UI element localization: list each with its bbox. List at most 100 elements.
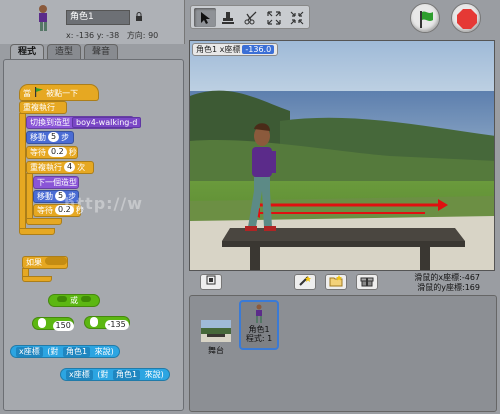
green-flag-icon: [34, 87, 43, 97]
if-bottom: [22, 276, 52, 282]
choose-sprite-file-button[interactable]: [325, 274, 347, 290]
direction-label: 方向:: [126, 31, 146, 40]
delete-tool[interactable]: [240, 8, 262, 27]
surprise-sprite-button[interactable]: [356, 274, 378, 290]
presentation-icon: [206, 275, 216, 285]
x-label: x:: [66, 31, 74, 40]
mouse-y-value: 169: [464, 283, 480, 292]
lt-right-input[interactable]: 150: [52, 321, 74, 331]
sensing-target-dropdown-2[interactable]: 角色1: [112, 370, 141, 380]
if-condition-slot[interactable]: [44, 257, 67, 265]
green-flag-icon: [420, 11, 433, 28]
stage-thumbnail-image: [201, 320, 231, 342]
sprite-thumbnail: [39, 5, 47, 31]
scissors-icon: [244, 11, 257, 25]
tab-costumes[interactable]: 造型: [47, 44, 81, 59]
repeat-block[interactable]: 重複執行 4 次: [26, 161, 94, 174]
forever-arm: [19, 113, 26, 231]
folder-star-icon: [329, 275, 343, 287]
y-label: y:: [96, 31, 104, 40]
repeat-count-input[interactable]: 4: [64, 162, 76, 172]
lock-icon[interactable]: [135, 12, 143, 21]
sprite-tile-image: [256, 304, 262, 323]
forever-block[interactable]: 重複執行: [19, 101, 67, 114]
sensing-of-label: (對: [47, 347, 59, 356]
repeat-bottom: [26, 218, 62, 225]
switch-costume-block[interactable]: 切換到造型 boy4-walking-d: [26, 116, 142, 129]
forever-bottom: [19, 228, 55, 235]
x-value: -136: [75, 31, 95, 40]
paintbrush-star-icon: [299, 276, 311, 286]
wait-label: 等待: [30, 148, 46, 157]
mouse-coordinates: 滑鼠的x座標:-467 滑鼠的y座標:169: [414, 273, 480, 293]
seconds-label: 秒: [68, 148, 77, 157]
lt-left-input[interactable]: [38, 318, 46, 328]
mouse-x-value: -467: [461, 273, 480, 282]
sensing-attr-dropdown-2[interactable]: x座標: [66, 370, 93, 380]
sensing-of-label-2: (對: [97, 370, 109, 379]
or-left-slot[interactable]: [57, 296, 68, 302]
watermark: http://w: [64, 194, 144, 213]
stop-sign-icon: [457, 9, 477, 29]
sensing-x-of-block-2[interactable]: x座標 (對 角色1 來說): [60, 368, 170, 381]
sprite-tile-name: 角色1: [248, 325, 270, 334]
or-block[interactable]: 或: [48, 294, 100, 307]
sprite-name-field[interactable]: 角色1: [66, 10, 130, 25]
shrink-tool[interactable]: [286, 8, 308, 27]
hat-label: 當: [23, 89, 31, 98]
variable-monitor[interactable]: 角色1 x座標 -136.0: [192, 43, 279, 56]
mouse-x-label: 滑鼠的x座標:: [414, 273, 462, 282]
grow-arrows-icon: [267, 11, 281, 25]
wait-block[interactable]: 等待 0.2 秒: [26, 146, 78, 159]
paint-new-sprite-button[interactable]: [294, 274, 316, 290]
when-flag-clicked-block[interactable]: 當 被點一下: [19, 84, 99, 101]
stage-backdrop: [190, 41, 494, 270]
move-label: 移動: [30, 133, 46, 142]
sensing-suffix-label: 來說): [94, 347, 114, 356]
y-value: -38: [106, 31, 120, 40]
duplicate-tool[interactable]: [217, 8, 239, 27]
pointer-tool[interactable]: [194, 8, 216, 27]
sensing-target-dropdown[interactable]: 角色1: [62, 347, 91, 357]
sprite-info-panel: 角色1 x: -136 y: -38 方向: 90: [0, 0, 185, 44]
greater-than-block[interactable]: -135: [84, 316, 130, 330]
inner-wait-label: 等待: [37, 206, 53, 215]
stamp-icon: [222, 12, 234, 24]
scratch-window: 角色1 x: -136 y: -38 方向: 90 程式 造型 聲音 當 被點一…: [0, 0, 500, 414]
next-costume-block[interactable]: 下一個造型: [33, 176, 79, 189]
direction-value: 90: [148, 31, 159, 40]
inner-move-label: 移動: [37, 192, 53, 201]
sensing-suffix-label-2: 來說): [144, 370, 164, 379]
less-than-block[interactable]: 150: [32, 317, 74, 331]
sprite-tile-scripts: 程式: 1: [245, 334, 273, 343]
arrow-cursor-icon: [201, 12, 210, 24]
gift-box-icon: [360, 277, 374, 287]
costume-dropdown[interactable]: boy4-walking-d: [72, 117, 142, 128]
hat-suffix: 被點一下: [46, 89, 79, 98]
presentation-mode-button[interactable]: [200, 274, 222, 290]
repeat-suffix: 次: [77, 163, 86, 172]
stage-thumbnail[interactable]: 舞台: [195, 320, 237, 366]
sprite-thumbnail-selected[interactable]: 角色1 程式: 1: [239, 300, 279, 350]
stop-button[interactable]: [451, 3, 481, 33]
move-steps-input[interactable]: 5: [48, 132, 60, 142]
monitor-value: -136.0: [242, 45, 275, 54]
gt-left-input[interactable]: [90, 317, 98, 327]
if-label: 如果: [26, 258, 42, 267]
move-steps-block[interactable]: 移動 5 步: [26, 131, 74, 144]
or-right-slot[interactable]: [80, 296, 91, 302]
stage-toolbar: [190, 5, 310, 29]
green-flag-button[interactable]: [410, 3, 440, 33]
stage[interactable]: 角色1 x座標 -136.0: [189, 40, 495, 271]
repeat-label: 重複執行: [30, 163, 62, 172]
tab-scripts[interactable]: 程式: [10, 44, 44, 59]
wait-input[interactable]: 0.2: [48, 147, 67, 157]
sensing-x-of-block[interactable]: x座標 (對 角色1 來說): [10, 345, 120, 358]
scripts-area[interactable]: 當 被點一下 重複執行 切換到造型 boy4-walking-d 移動 5 步 等待 0…: [3, 59, 184, 411]
sensing-attr-dropdown[interactable]: x座標: [16, 347, 43, 357]
or-label: 或: [70, 296, 78, 305]
gt-right-input[interactable]: -135: [104, 320, 129, 330]
switch-costume-label: 切換到造型: [30, 118, 70, 127]
grow-tool[interactable]: [263, 8, 285, 27]
tab-sounds[interactable]: 聲音: [84, 44, 118, 59]
